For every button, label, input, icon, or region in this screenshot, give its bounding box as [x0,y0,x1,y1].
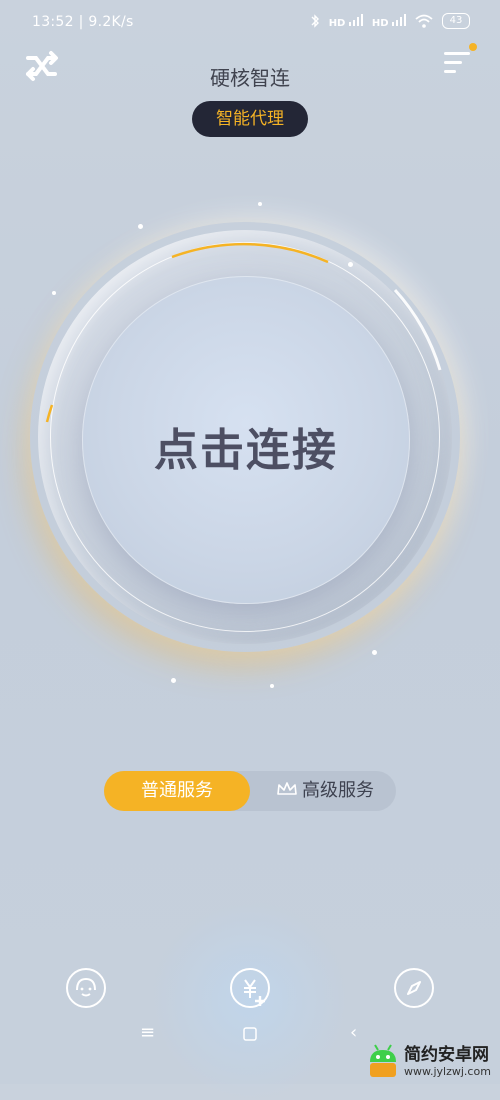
sparkle-dot [270,684,274,688]
connect-label: 点击连接 [154,425,338,476]
recharge-icon [244,979,265,1006]
android-logo-icon [370,1044,396,1077]
signal-1-icon: HD [328,13,363,29]
sparkle-dot [348,262,353,267]
menu-nav-icon[interactable]: ≡ [140,1022,155,1043]
app-title: 硬核智连 [210,66,290,90]
support-button[interactable] [66,968,106,1008]
compass-button[interactable] [394,968,434,1008]
sparkle-dot [372,650,377,655]
sparkle-dot [52,291,56,295]
wifi-icon [415,14,433,28]
watermark-url: www.jylzwj.com [404,1065,491,1078]
home-nav-icon[interactable] [243,1025,257,1046]
signal-2-label: HD [371,17,389,29]
crown-icon [277,782,297,795]
connect-button[interactable]: 点击连接 [82,276,410,604]
recharge-button[interactable] [230,968,270,1008]
tab-premium-label: 高级服务 [302,780,374,801]
status-time-speed: 13:52 | 9.2K/s [32,14,134,30]
compass-icon [407,981,421,995]
back-nav-icon[interactable]: ‹ [350,1022,357,1043]
support-icon [76,977,96,997]
bluetooth-icon [311,14,319,28]
sparkle-dot [258,202,262,206]
signal-2-icon: HD [371,13,406,29]
sparkle-dot [171,678,176,683]
watermark-name: 简约安卓网 [404,1045,489,1065]
status-icons: HD HD 43 [310,13,470,29]
signal-1-label: HD [328,17,346,29]
connect-ring: 点击连接 [0,190,500,710]
tab-basic-service[interactable]: 普通服务 [104,771,250,811]
battery-icon: 43 [442,13,470,29]
notification-dot [469,43,477,51]
mode-selector-badge[interactable]: 智能代理 [192,101,308,137]
sparkle-dot [138,224,143,229]
watermark: 简约安卓网 www.jylzwj.com [366,1040,494,1082]
service-toggle: 普通服务 高级服务 [104,771,396,811]
tab-premium-service[interactable]: 高级服务 [254,771,396,811]
status-bar: 13:52 | 9.2K/s HD HD 43 [0,0,500,44]
